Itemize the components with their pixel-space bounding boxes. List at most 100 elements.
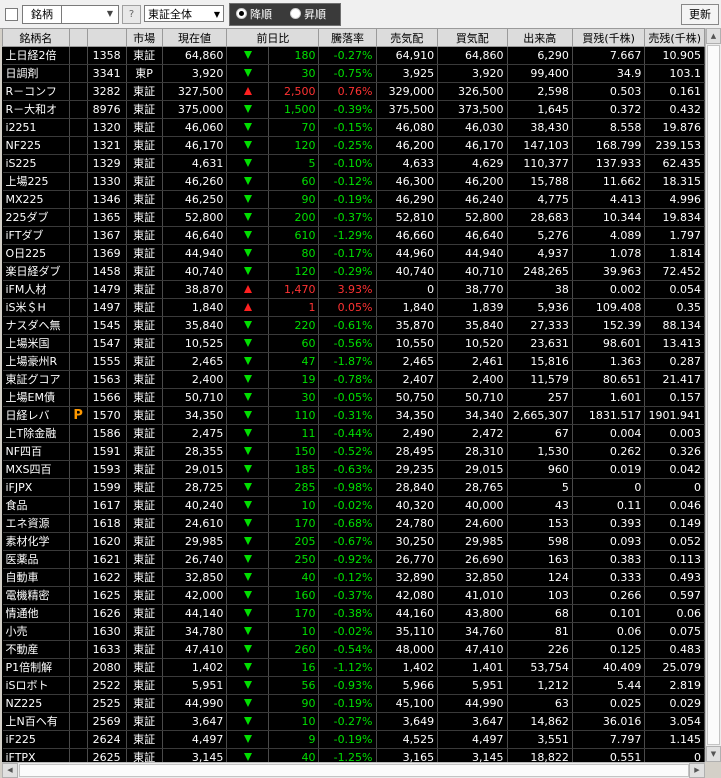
col-header-sell-margin[interactable]: 売残(千株) [644, 28, 705, 47]
help-button[interactable]: ? [122, 5, 141, 24]
vertical-scrollbar[interactable]: ▲ ▼ [705, 28, 721, 762]
cell-price: 4,631 [162, 154, 228, 173]
sort-asc-radio[interactable]: 昇順 [290, 8, 326, 21]
table-row[interactable]: 上T除金融 1586 東証 2,475 11 -0.44% 2,490 2,472 67 0.00… [2, 424, 705, 443]
sort-desc-radio[interactable]: 降順 [236, 8, 272, 21]
cell-price: 1,402 [162, 658, 228, 677]
cell-buy-margin: 0.372 [572, 100, 646, 119]
cell-volume: 27,333 [507, 316, 573, 335]
cell-sell-margin: 0.075 [644, 622, 705, 641]
cell-code: 1622 [87, 568, 127, 587]
table-row[interactable]: iSロボト 2522 東証 5,951 56 -0.93% 5,966 5,951 1,212 5… [2, 676, 705, 695]
scroll-right-icon[interactable]: ▶ [689, 763, 705, 778]
scroll-down-icon[interactable]: ▼ [706, 746, 721, 762]
cell-bid: 3,920 [437, 64, 508, 83]
table-row[interactable]: iS米＄H 1497 東証 1,840 1 0.05% 1,840 1,839 5,936 109… [2, 298, 705, 317]
table-row[interactable]: 上場豪州R 1555 東証 2,465 47 -1.87% 2,465 2,461 15,816… [2, 352, 705, 371]
table-row[interactable]: 電機精密 1625 東証 42,000 160 -0.37% 42,080 41,010 103… [2, 586, 705, 605]
cell-code: 1630 [87, 622, 127, 641]
scroll-left-icon[interactable]: ◀ [2, 763, 18, 778]
table-row[interactable]: 自動車 1622 東証 32,850 40 -0.12% 32,890 32,850 124 0.… [2, 568, 705, 587]
table-row[interactable]: 上場EM債 1566 東証 50,710 30 -0.05% 50,750 50,710 257… [2, 388, 705, 407]
cell-bid: 3,647 [437, 712, 508, 731]
cell-name: 小売 [2, 622, 70, 641]
cell-market: 東証 [126, 478, 163, 497]
cell-buy-margin: 0.11 [572, 496, 646, 515]
chevron-down-icon[interactable]: ▼ [103, 6, 117, 21]
col-header-market[interactable]: 市場 [125, 28, 163, 47]
col-header-buy-margin[interactable]: 買残(千株) [571, 28, 646, 47]
table-row[interactable]: P1倍制解 2080 東証 1,402 16 -1.12% 1,402 1,401 53,754… [2, 658, 705, 677]
table-row[interactable]: 食品 1617 東証 40,240 10 -0.02% 40,320 40,000 43 0.11… [2, 496, 705, 515]
triangle-down-icon [243, 681, 252, 689]
cell-buy-margin: 1.078 [572, 244, 646, 263]
col-header-ask[interactable]: 売気配 [375, 28, 439, 47]
table-row[interactable]: エネ資源 1618 東証 24,610 170 -0.68% 24,780 24,600 153… [2, 514, 705, 533]
table-row[interactable]: NF225 1321 東証 46,170 120 -0.25% 46,200 46,170 14… [2, 136, 705, 155]
cell-buy-margin: 11.662 [572, 172, 646, 191]
select-all-checkbox[interactable] [5, 8, 18, 21]
table-row[interactable]: NF四百 1591 東証 28,355 150 -0.52% 28,495 28,310 1,5… [2, 442, 705, 461]
table-row[interactable]: iFTダブ 1367 東証 46,640 610 -1.29% 46,660 46,640 5,… [2, 226, 705, 245]
table-row[interactable]: iFTPX 2625 東証 3,145 40 -1.25% 3,165 3,145 18,822… [2, 748, 705, 762]
cell-market: 東証 [126, 640, 163, 659]
cell-bid: 41,010 [437, 586, 508, 605]
horizontal-scrollbar[interactable]: ◀ ▶ [2, 762, 705, 778]
table-row[interactable]: i2251 1320 東証 46,060 70 -0.15% 46,080 46,030 38,… [2, 118, 705, 137]
table-row[interactable]: 上場225 1330 東証 46,260 60 -0.12% 46,300 46,200 15,… [2, 172, 705, 191]
cell-market: 東証 [126, 406, 163, 425]
cell-price: 2,400 [162, 370, 228, 389]
cell-code: 1545 [87, 316, 127, 335]
col-header-bid[interactable]: 買気配 [437, 28, 508, 47]
cell-change-arrow [226, 316, 269, 335]
market-select[interactable]: 東証全体 ▼ [144, 5, 224, 22]
cell-change: 110 [268, 406, 320, 425]
table-row[interactable]: 素材化学 1620 東証 29,985 205 -0.67% 30,250 29,985 598… [2, 532, 705, 551]
col-header-name[interactable]: 銘柄名 [2, 28, 70, 47]
cell-buy-margin: 0.393 [572, 514, 646, 533]
table-row[interactable]: 225ダブ 1365 東証 52,800 200 -0.37% 52,810 52,800 28… [2, 208, 705, 227]
table-row[interactable]: 不動産 1633 東証 47,410 260 -0.54% 48,000 47,410 226 0… [2, 640, 705, 659]
cell-change-pct: -0.25% [318, 136, 377, 155]
table-row[interactable]: iF225 2624 東証 4,497 9 -0.19% 4,525 4,497 3,551 7.… [2, 730, 705, 749]
cell-market: 東証 [126, 586, 163, 605]
cell-price: 28,355 [162, 442, 228, 461]
cell-name: 情通他 [2, 604, 70, 623]
table-row[interactable]: 上N百ヘ有 2569 東証 3,647 10 -0.27% 3,649 3,647 14,862… [2, 712, 705, 731]
table-row[interactable]: R－コンフ 3282 東証 327,500 2,500 0.76% 329,000 326,5… [2, 82, 705, 101]
col-header-pct[interactable]: 騰落率 [318, 28, 377, 47]
table-row[interactable]: NZ225 2525 東証 44,990 90 -0.19% 45,100 44,990 63 0… [2, 694, 705, 713]
cell-mark [69, 514, 88, 533]
cell-change-pct: -0.37% [318, 586, 377, 605]
cell-bid: 326,500 [437, 82, 508, 101]
table-row[interactable]: R－大和オ 8976 東証 375,000 1,500 -0.39% 375,500 373,… [2, 100, 705, 119]
table-row[interactable]: 上日経2倍 1358 東証 64,860 180 -0.27% 64,910 64,860 6,… [2, 46, 705, 65]
cell-ask: 3,925 [376, 64, 439, 83]
col-header-volume[interactable]: 出来高 [506, 28, 573, 47]
cell-volume: 43 [507, 496, 573, 515]
table-row[interactable]: 小売 1630 東証 34,780 10 -0.02% 35,110 34,760 81 0.06… [2, 622, 705, 641]
col-header-change[interactable]: 前日比 [226, 28, 320, 47]
table-row[interactable]: 東証グコア 1563 東証 2,400 19 -0.78% 2,407 2,400 11,579… [2, 370, 705, 389]
table-row[interactable]: iS225 1329 東証 4,631 5 -0.10% 4,633 4,629 110,377… [2, 154, 705, 173]
table-row[interactable]: iFJPX 1599 東証 28,725 285 -0.98% 28,840 28,765 5 0… [2, 478, 705, 497]
table-row[interactable]: 上場米国 1547 東証 10,525 60 -0.56% 10,550 10,520 23,6… [2, 334, 705, 353]
table-row[interactable]: 医薬品 1621 東証 26,740 250 -0.92% 26,770 26,690 163 0… [2, 550, 705, 569]
horizontal-scroll-thumb[interactable] [19, 764, 689, 777]
cell-code: 1321 [87, 136, 127, 155]
table-row[interactable]: 情通他 1626 東証 44,140 170 -0.38% 44,160 43,800 68 0.… [2, 604, 705, 623]
table-row[interactable]: O日225 1369 東証 44,940 80 -0.17% 44,960 44,940 4,9… [2, 244, 705, 263]
table-row[interactable]: 日経レバ P 1570 東証 34,350 110 -0.31% 34,350 34,340 2,… [2, 406, 705, 425]
scroll-up-icon[interactable]: ▲ [706, 28, 721, 44]
vertical-scroll-thumb[interactable] [707, 45, 720, 745]
table-row[interactable]: 楽日経ダブ 1458 東証 40,740 120 -0.29% 40,740 40,710 24… [2, 262, 705, 281]
table-row[interactable]: 日調剤 3341 東P 3,920 30 -0.75% 3,925 3,920 99,400 34… [2, 64, 705, 83]
table-row[interactable]: ナスダヘ無 1545 東証 35,840 220 -0.61% 35,870 35,840 27… [2, 316, 705, 335]
col-header-price[interactable]: 現在値 [161, 28, 228, 47]
table-row[interactable]: MX225 1346 東証 46,250 90 -0.19% 46,290 46,240 4,7… [2, 190, 705, 209]
table-row[interactable]: MXS四百 1593 東証 29,015 185 -0.63% 29,235 29,015 96… [2, 460, 705, 479]
table-row[interactable]: iFM人材 1479 東証 38,870 1,470 3.93% 0 38,770 38 0.00… [2, 280, 705, 299]
cell-price: 46,260 [162, 172, 228, 191]
refresh-button[interactable]: 更新 [681, 4, 719, 25]
cell-mark [69, 82, 88, 101]
